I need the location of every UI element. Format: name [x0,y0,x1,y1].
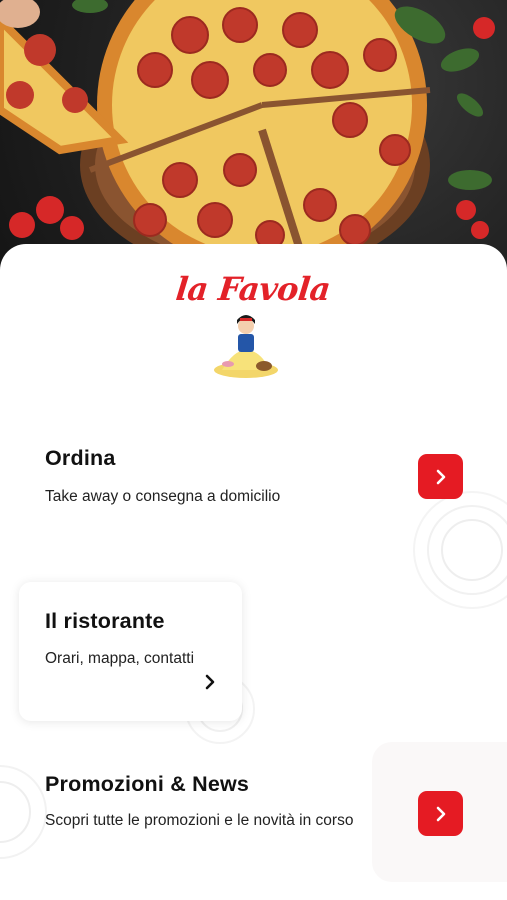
menu-item-description: Orari, mappa, contatti [45,650,195,667]
content-sheet: la Favola Ordina Take away o consegna a … [0,244,507,900]
menu-item-ristorante[interactable]: Il ristorante Orari, mappa, contatti [19,582,242,721]
menu-item-title: Ordina [45,446,116,470]
mascot-illustration [214,315,278,378]
menu-item-title: Promozioni & News [45,772,250,796]
menu-item-description: Scopri tutte le promozioni e le novità i… [45,812,354,829]
hero-pizza-image [0,0,507,275]
brand-logo: la Favola [0,270,507,308]
chevron-right-icon [205,674,215,690]
menu-item-description: Take away o consegna a domicilio [45,488,281,505]
promozioni-arrow-button[interactable] [418,791,463,836]
menu-item-promozioni[interactable]: Promozioni & News Scopri tutte le promoz… [0,754,507,874]
chevron-right-icon [436,469,445,484]
menu-item-title: Il ristorante [45,609,165,633]
ordina-arrow-button[interactable] [418,454,463,499]
logo-text: la Favola [174,270,333,308]
chevron-right-icon [436,806,445,821]
menu-item-ordina[interactable]: Ordina Take away o consegna a domicilio [0,424,507,524]
